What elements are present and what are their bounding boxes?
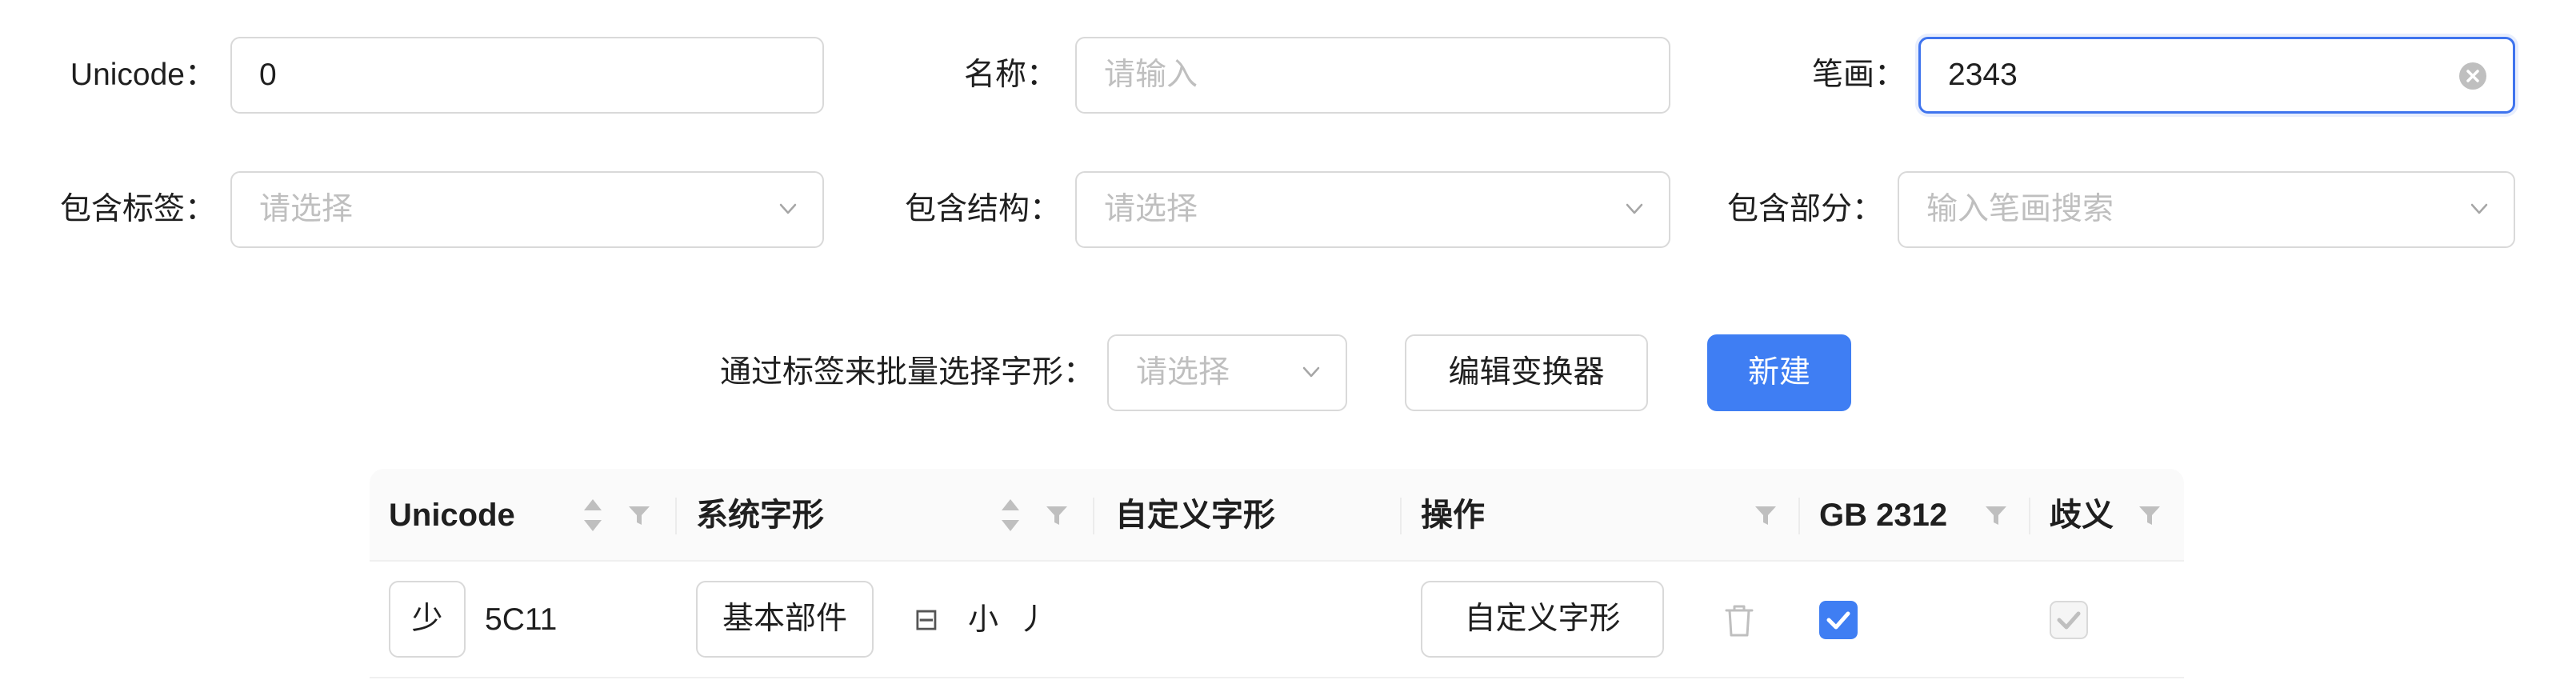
parts-select[interactable]: 输入笔画搜索 [1898, 171, 2515, 248]
chevron-down-icon [779, 203, 797, 214]
filter-icon[interactable] [2138, 504, 2162, 528]
stroke-component: 丿 [1018, 603, 1049, 637]
tags-select[interactable]: 请选择 [230, 171, 824, 248]
char-button[interactable]: 少 [389, 581, 466, 658]
gb2312-checkbox[interactable] [1819, 601, 1858, 639]
unicode-cell: 5C11 [485, 602, 558, 637]
column-divider [675, 498, 677, 534]
batch-select[interactable]: 请选择 [1107, 334, 1347, 411]
column-divider [1798, 498, 1800, 534]
chevron-down-icon [1302, 366, 1320, 378]
unicode-input[interactable]: 0 [230, 37, 824, 114]
stroke-input-value: 2343 [1948, 58, 2018, 92]
stroke-component: ⊟ [914, 603, 939, 637]
batch-select-placeholder: 请选择 [1136, 355, 1230, 390]
parts-select-placeholder: 输入笔画搜索 [1926, 192, 2114, 226]
column-header-custom-glyph: 自定义字形 [1115, 498, 1275, 533]
glyph-type-button[interactable]: 基本部件 [696, 581, 874, 658]
tags-select-placeholder: 请选择 [259, 192, 354, 226]
chevron-down-icon [1626, 203, 1643, 214]
table-row: 少 5C11 基本部件 ⊟ 小 丿 自定义字形 [370, 562, 2184, 678]
structure-select-placeholder: 请选择 [1104, 192, 1198, 226]
filter-icon[interactable] [1984, 504, 2008, 528]
sort-icon[interactable] [1000, 496, 1021, 534]
batch-select-label: 通过标签来批量选择字形： [719, 355, 1094, 390]
stroke-label: 笔画： [1811, 58, 1906, 92]
column-header-ambiguous: 歧义 [2050, 498, 2114, 533]
custom-glyph-button[interactable]: 自定义字形 [1421, 581, 1664, 658]
tags-label: 包含标签： [59, 192, 216, 226]
column-divider [1400, 498, 1402, 534]
table-header: Unicode 系统字形 自定义字形 操作 GB 2312 歧义 [370, 469, 2184, 562]
sort-icon[interactable] [582, 496, 603, 534]
filter-icon[interactable] [1754, 504, 1778, 528]
column-header-actions: 操作 [1421, 498, 1485, 533]
column-divider [2029, 498, 2030, 534]
name-input[interactable]: 请输入 [1075, 37, 1670, 114]
trash-icon[interactable] [1723, 603, 1755, 638]
column-header-gb2312: GB 2312 [1819, 498, 1948, 533]
name-label: 名称： [963, 58, 1058, 92]
filter-icon[interactable] [627, 504, 651, 528]
stroke-component: 小 [968, 603, 999, 637]
stroke-input[interactable]: 2343 [1918, 37, 2515, 114]
edit-transformer-button[interactable]: 编辑变换器 [1405, 334, 1648, 411]
clear-icon[interactable] [2458, 62, 2487, 90]
unicode-label: Unicode： [70, 58, 216, 92]
glyph-table: Unicode 系统字形 自定义字形 操作 GB 2312 歧义 少 5C11 … [370, 469, 2184, 688]
column-header-system-glyph[interactable]: 系统字形 [696, 469, 824, 562]
parts-label: 包含部分： [1726, 192, 1883, 226]
structure-label: 包含结构： [904, 192, 1061, 226]
structure-select[interactable]: 请选择 [1075, 171, 1670, 248]
ambiguous-checkbox [2050, 601, 2088, 639]
column-header-unicode[interactable]: Unicode [389, 469, 515, 562]
chevron-down-icon [2470, 203, 2488, 214]
column-divider [1093, 498, 1094, 534]
new-button[interactable]: 新建 [1707, 334, 1851, 411]
filter-icon[interactable] [1045, 504, 1069, 528]
